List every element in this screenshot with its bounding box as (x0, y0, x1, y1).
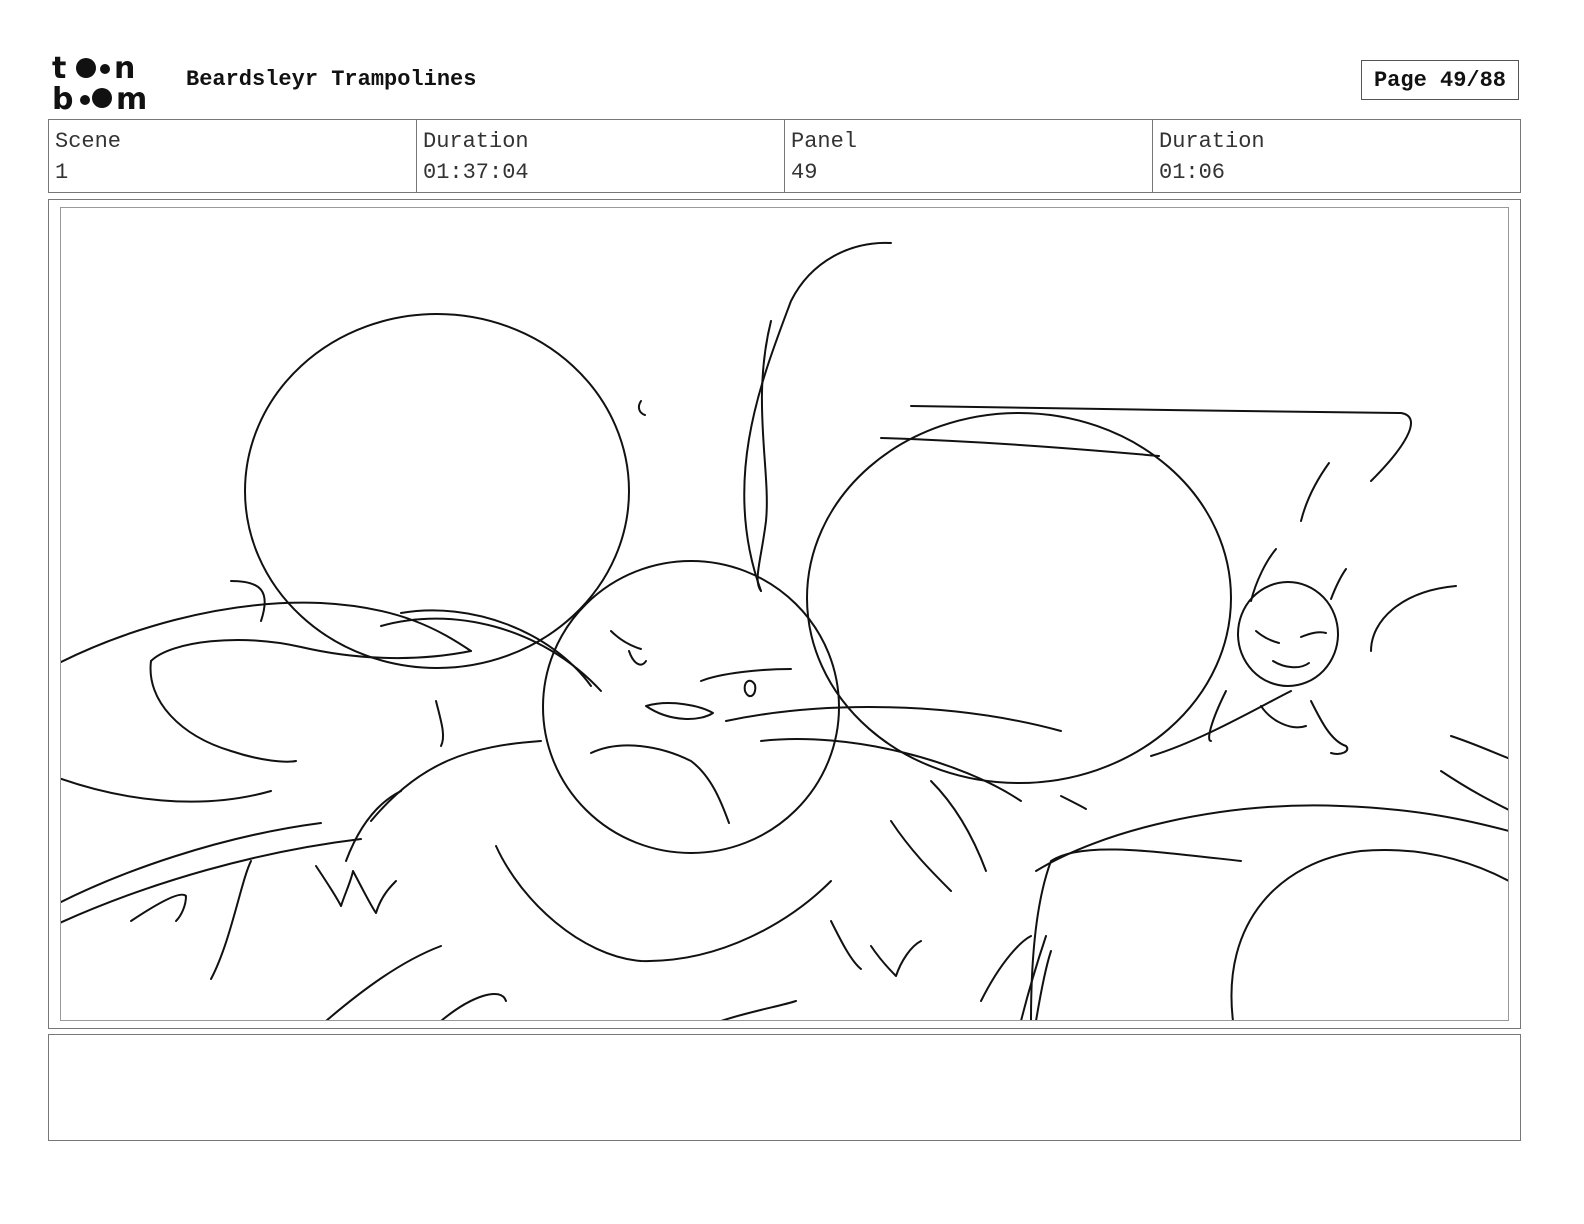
duration-cell: Duration 01:37:04 (417, 120, 785, 192)
panel-duration-cell: Duration 01:06 (1153, 120, 1520, 192)
svg-text:m: m (116, 82, 147, 112)
notes-box (48, 1034, 1521, 1141)
page-indicator: Page 49/88 (1361, 60, 1519, 100)
panel-value: 49 (791, 160, 818, 185)
sketch-drawing (61, 241, 1508, 1020)
panel-label: Panel (791, 129, 858, 154)
info-row: Scene 1 Duration 01:37:04 Panel 49 Durat… (48, 119, 1521, 193)
scene-label: Scene (55, 129, 122, 154)
storyboard-panel (60, 207, 1509, 1021)
panel-duration-label: Duration (1159, 129, 1265, 154)
duration-value: 01:37:04 (423, 160, 529, 185)
svg-text:b: b (52, 82, 73, 112)
toon-boom-logo: t n b m (52, 52, 147, 112)
svg-text:n: n (114, 52, 135, 86)
scene-value: 1 (55, 160, 69, 185)
svg-text:t: t (52, 52, 66, 86)
panel-duration-value: 01:06 (1159, 160, 1226, 185)
project-title: Beardsleyr Trampolines (186, 67, 477, 92)
panel-cell: Panel 49 (785, 120, 1153, 192)
scene-cell: Scene 1 (49, 120, 417, 192)
duration-label: Duration (423, 129, 529, 154)
